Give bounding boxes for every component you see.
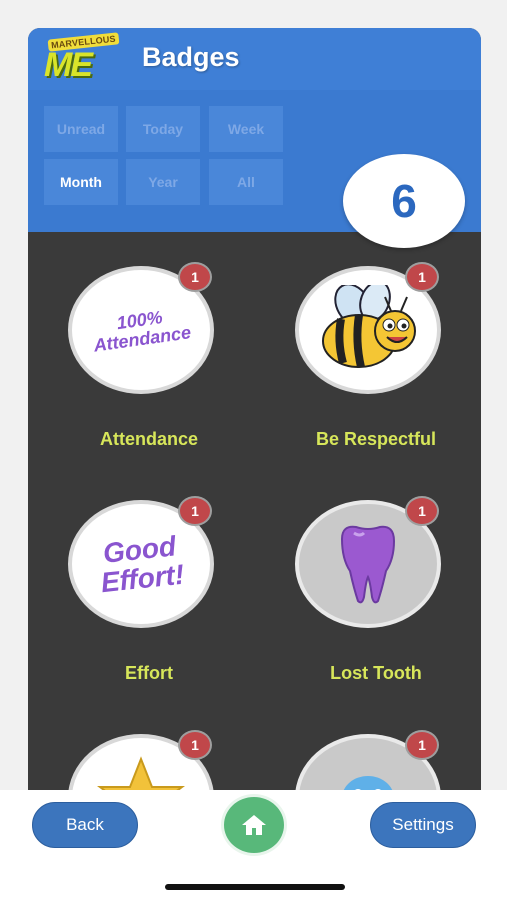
notification-count: 1 xyxy=(405,730,439,760)
badge-count-value: 6 xyxy=(391,175,417,227)
badge-label: Be Respectful xyxy=(315,429,437,449)
settings-button[interactable]: Settings xyxy=(370,802,476,848)
filter-all-button[interactable]: All xyxy=(209,159,283,205)
badge-be-respectful[interactable]: 1 Be Respectful xyxy=(261,232,441,449)
notification-count: 1 xyxy=(405,262,439,292)
logo-main-text: ME xyxy=(44,46,93,84)
badge-label: Attendance xyxy=(99,429,198,449)
badge-art-text: 100% Attendance xyxy=(92,307,193,356)
badges-card: MARVELLOUS ME Badges Unread Today Week M… xyxy=(28,28,481,790)
notification-count: 1 xyxy=(178,496,212,526)
badge-label: Effort xyxy=(125,663,173,683)
badge-label: Lost Tooth xyxy=(330,663,422,683)
badge-lost-tooth[interactable]: 1 Lost Tooth xyxy=(261,466,441,683)
home-indicator xyxy=(165,884,345,890)
filter-panel: Unread Today Week Month Year All 6 xyxy=(28,90,481,248)
badge-attendance[interactable]: 100% Attendance 1 Attendance xyxy=(34,232,214,449)
bottom-navigation-bar: Back Settings xyxy=(0,790,507,900)
filter-unread-button[interactable]: Unread xyxy=(44,106,118,152)
badge-star[interactable]: 1 xyxy=(34,700,214,790)
home-button[interactable] xyxy=(221,794,287,856)
home-icon xyxy=(242,815,266,835)
star-icon xyxy=(97,756,185,790)
back-button[interactable]: Back xyxy=(32,802,138,848)
marvellous-me-logo: MARVELLOUS ME xyxy=(42,32,120,84)
page-title: Badges xyxy=(142,42,240,72)
badge-effort[interactable]: Good Effort! 1 Effort xyxy=(34,466,214,683)
notification-count: 1 xyxy=(405,496,439,526)
monster-icon xyxy=(343,776,393,790)
badge-monster[interactable]: 1 xyxy=(261,700,441,790)
badge-art-text: Good Effort! xyxy=(99,529,186,599)
filter-week-button[interactable]: Week xyxy=(209,106,283,152)
tooth-icon xyxy=(340,525,396,604)
filter-today-button[interactable]: Today xyxy=(126,106,200,152)
notification-count: 1 xyxy=(178,730,212,760)
bee-icon xyxy=(322,285,416,368)
filter-year-button[interactable]: Year xyxy=(126,159,200,205)
notification-count: 1 xyxy=(178,262,212,292)
filter-month-button[interactable]: Month xyxy=(44,159,118,205)
header-bar: MARVELLOUS ME Badges xyxy=(28,28,481,90)
badge-grid: 100% Attendance 1 Attendance 1 Be Respec… xyxy=(28,232,481,790)
